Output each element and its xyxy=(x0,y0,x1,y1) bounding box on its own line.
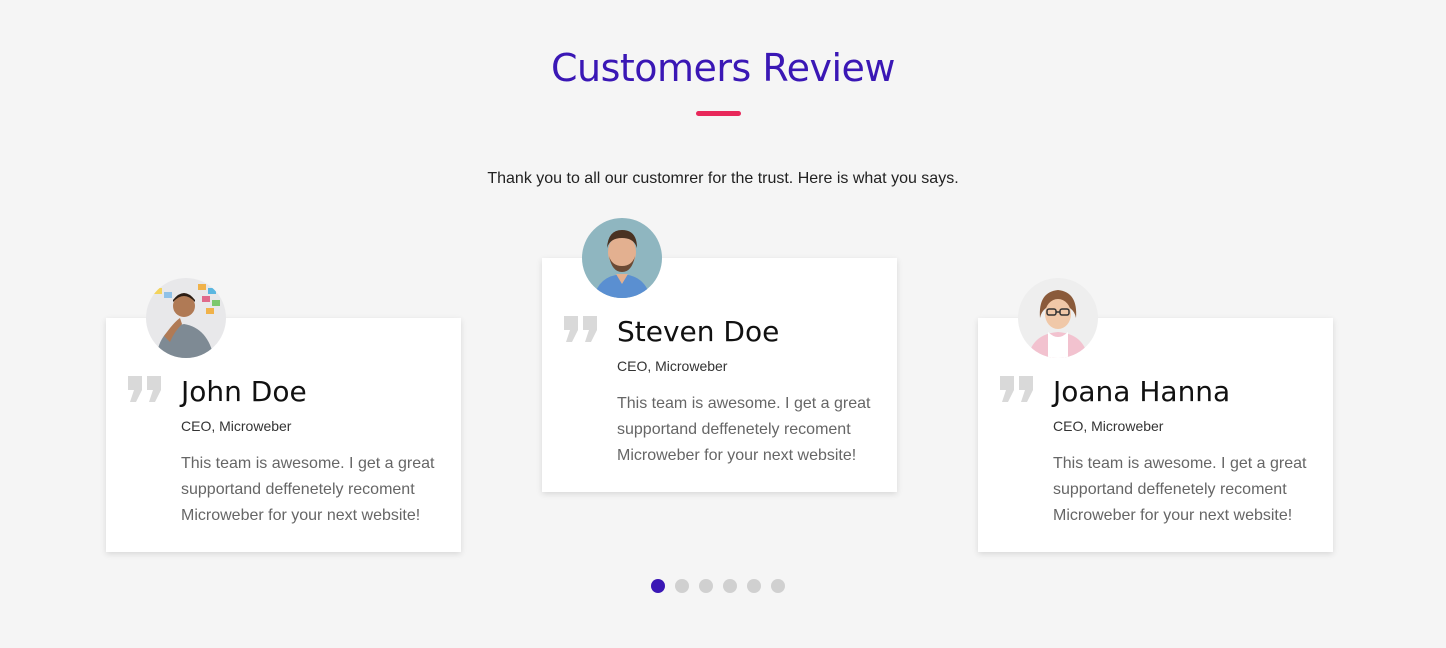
quote-icon xyxy=(564,316,598,347)
section-title: Customers Review xyxy=(550,46,896,90)
review-text: This team is awesome. I get a great supp… xyxy=(617,395,871,464)
reviewer-name: Steven Doe xyxy=(617,315,780,348)
section-subtitle: Thank you to all our customrer for the t… xyxy=(487,170,959,187)
review-text: This team is awesome. I get a great supp… xyxy=(1053,455,1307,524)
testimonial-card-joana-hanna: Joana Hanna CEO, Microweber This team is… xyxy=(978,278,1333,552)
pagination-dot-6[interactable] xyxy=(771,579,785,593)
review-text: This team is awesome. I get a great supp… xyxy=(181,455,435,524)
avatar-john-doe xyxy=(146,278,226,358)
reviewer-role: CEO, Microweber xyxy=(617,358,728,374)
testimonial-card-steven-doe: Steven Doe CEO, Microweber This team is … xyxy=(542,218,897,492)
reviewer-name: John Doe xyxy=(181,375,307,408)
pagination-dot-3[interactable] xyxy=(699,579,713,593)
pagination-dot-2[interactable] xyxy=(675,579,689,593)
pagination-dot-4[interactable] xyxy=(723,579,737,593)
avatar-joana-hanna xyxy=(1018,278,1098,358)
pagination-dot-5[interactable] xyxy=(747,579,761,593)
reviewer-role: CEO, Microweber xyxy=(1053,418,1164,434)
quote-icon xyxy=(128,376,162,407)
pagination-dot-1[interactable] xyxy=(651,579,665,593)
carousel-pagination xyxy=(651,579,785,593)
reviewer-role: CEO, Microweber xyxy=(181,418,292,434)
testimonial-card-john-doe: John Doe CEO, Microweber This team is aw… xyxy=(106,278,461,552)
title-underline xyxy=(696,111,741,116)
reviewer-name: Joana Hanna xyxy=(1053,375,1231,408)
quote-icon xyxy=(1000,376,1034,407)
avatar-steven-doe xyxy=(582,218,662,298)
